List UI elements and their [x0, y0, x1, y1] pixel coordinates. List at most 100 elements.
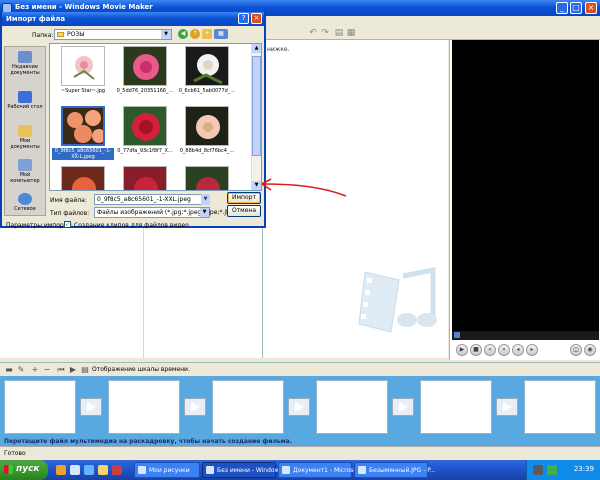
place-recent[interactable]: Недавние документы — [5, 49, 45, 81]
look-in-dropdown[interactable]: РОЗЫ ▼ — [54, 29, 172, 40]
file-item-selected[interactable]: 0_9f8c5_a8c65601_-1-XX-L.jpeg — [52, 106, 114, 163]
transition-slot[interactable] — [288, 398, 310, 416]
file-name-label: Имя файла: — [50, 197, 87, 204]
chevron-down-icon[interactable]: ▼ — [161, 30, 171, 39]
file-item[interactable] — [52, 166, 114, 190]
storyboard-frame[interactable] — [316, 380, 388, 434]
quick-launch-icon[interactable] — [84, 465, 94, 475]
quick-launch-icon[interactable] — [56, 465, 66, 475]
import-button[interactable]: Импорт — [227, 192, 261, 204]
tray-icon[interactable] — [533, 465, 543, 475]
preview-controls: ▶ ■ « » ◂ ▸ ◫ ◉ — [452, 342, 599, 358]
collections-icon[interactable]: ▦ — [346, 28, 356, 38]
back-icon[interactable]: ◀ — [178, 29, 188, 39]
previous-frame-icon[interactable]: « — [484, 344, 496, 356]
task-label: Безымянный.JPG - P... — [369, 467, 436, 474]
file-item[interactable] — [114, 166, 176, 190]
create-clips-label[interactable]: Создание клипов для файлов видео — [74, 222, 189, 229]
file-list[interactable]: ~Super Star~.jpg 0_5dd76_20351166_... 0_… — [49, 43, 262, 191]
storyboard-frame[interactable] — [108, 380, 180, 434]
file-name-input[interactable]: 0_9f8c5_a8c65601_-1-XXL.jpeg — [94, 194, 210, 205]
file-name: 0_6cb61_5ab0077d_... — [178, 88, 236, 94]
file-item[interactable]: 0_77dfa_93c1f8f7_X... — [114, 106, 176, 163]
show-timeline-label[interactable]: Отображение шкалы времени. — [92, 366, 190, 373]
forward-icon[interactable]: ▸ — [526, 344, 538, 356]
place-network[interactable]: Сетевое — [5, 191, 45, 223]
file-thumbnail — [61, 106, 105, 146]
taskbar: пуск Мои рисунки Без имени - Windows... … — [0, 460, 600, 480]
file-item[interactable]: 0_5dd76_20351166_... — [114, 46, 176, 103]
transition-slot[interactable] — [184, 398, 206, 416]
preview-seek-bar[interactable] — [452, 331, 599, 340]
storyboard-frame[interactable] — [524, 380, 596, 434]
rewind-storyboard-icon[interactable]: ⏮ — [56, 365, 66, 375]
transition-slot[interactable] — [392, 398, 414, 416]
quick-launch-icon[interactable] — [98, 465, 108, 475]
storyboard-view-icon[interactable]: ▬ — [4, 365, 14, 375]
quick-launch-icon[interactable] — [112, 465, 122, 475]
zoom-in-icon[interactable]: + — [30, 365, 40, 375]
narrate-icon[interactable]: ✎ — [16, 365, 26, 375]
task-button[interactable]: Безымянный.JPG - P... — [354, 462, 436, 478]
play-icon[interactable]: ▶ — [456, 344, 468, 356]
split-clip-icon[interactable]: ◫ — [570, 344, 582, 356]
quick-launch-icon[interactable] — [70, 465, 80, 475]
dialog-close-button[interactable]: × — [251, 13, 262, 24]
file-item[interactable] — [176, 166, 238, 190]
start-button[interactable]: пуск — [0, 460, 48, 480]
chevron-down-icon[interactable]: ▼ — [201, 194, 210, 205]
preview-monitor: ▶ ■ « » ◂ ▸ ◫ ◉ — [449, 40, 600, 360]
scroll-up-icon[interactable]: ▲ — [252, 44, 261, 53]
transition-slot[interactable] — [496, 398, 518, 416]
close-button[interactable]: × — [585, 2, 597, 14]
play-storyboard-icon[interactable]: ▶ — [68, 365, 78, 375]
chevron-down-icon[interactable]: ▼ — [200, 208, 209, 217]
undo-icon[interactable]: ↶ — [308, 28, 318, 38]
rewind-icon[interactable]: ◂ — [512, 344, 524, 356]
task-button[interactable]: Мои рисунки — [134, 462, 200, 478]
tasks-icon[interactable]: ▤ — [334, 28, 344, 38]
paint-icon — [358, 466, 366, 474]
next-frame-icon[interactable]: » — [498, 344, 510, 356]
place-label: Мой компьютер — [10, 172, 40, 184]
stop-icon[interactable]: ■ — [470, 344, 482, 356]
place-my-documents[interactable]: Мои документы — [5, 123, 45, 155]
transition-slot[interactable] — [80, 398, 102, 416]
timeline-icon[interactable]: ▤ — [80, 365, 90, 375]
storyboard-frame[interactable] — [4, 380, 76, 434]
file-type-dropdown[interactable]: Файлы изображений (*.jpg;*.jpeg;*.jpe;*.… — [94, 207, 243, 218]
storyboard-frame[interactable] — [420, 380, 492, 434]
places-bar: Недавние документы Рабочий стол Мои доку… — [4, 46, 46, 216]
new-folder-icon[interactable]: + — [202, 29, 212, 39]
up-folder-icon[interactable]: ↑ — [190, 29, 200, 39]
scroll-down-icon[interactable]: ▼ — [252, 181, 261, 190]
task-button[interactable]: Документ1 - Microso... — [278, 462, 363, 478]
dialog-title-bar[interactable]: Импорт файла ? × — [2, 12, 264, 26]
create-clips-checkbox[interactable]: ✓ — [64, 221, 71, 228]
redo-icon[interactable]: ↷ — [320, 28, 330, 38]
file-item[interactable]: 0_88b4d_8cf76bc4_... — [176, 106, 238, 163]
maximize-button[interactable]: □ — [570, 2, 582, 14]
word-icon — [282, 466, 290, 474]
minimize-button[interactable]: _ — [556, 2, 568, 14]
file-item[interactable]: 0_6cb61_5ab0077d_... — [176, 46, 238, 103]
collection-hint: нижке. — [267, 46, 290, 53]
help-button[interactable]: ? — [238, 13, 249, 24]
storyboard-toolbar: ▬ ✎ + − ⏮ ▶ ▤ Отображение шкалы времени. — [0, 362, 600, 376]
place-my-computer[interactable]: Мой компьютер — [5, 157, 45, 189]
take-picture-icon[interactable]: ◉ — [584, 344, 596, 356]
pane-divider — [143, 228, 144, 358]
cancel-button[interactable]: Отмена — [227, 205, 261, 217]
place-desktop[interactable]: Рабочий стол — [5, 89, 45, 121]
file-list-scrollbar[interactable]: ▲ ▼ — [251, 44, 261, 190]
file-item[interactable]: ~Super Star~.jpg — [52, 46, 114, 103]
task-button[interactable]: Без имени - Windows... — [202, 462, 288, 478]
tray-icon[interactable] — [547, 465, 557, 475]
seek-knob[interactable] — [454, 332, 460, 338]
storyboard[interactable]: Перетащите файл мультимедиа на раскадров… — [0, 376, 600, 446]
zoom-out-icon[interactable]: − — [42, 365, 52, 375]
clock[interactable]: 23:39 — [574, 465, 594, 473]
view-menu-icon[interactable]: ▦ — [214, 29, 228, 39]
scroll-thumb[interactable] — [252, 56, 261, 156]
storyboard-frame[interactable] — [212, 380, 284, 434]
